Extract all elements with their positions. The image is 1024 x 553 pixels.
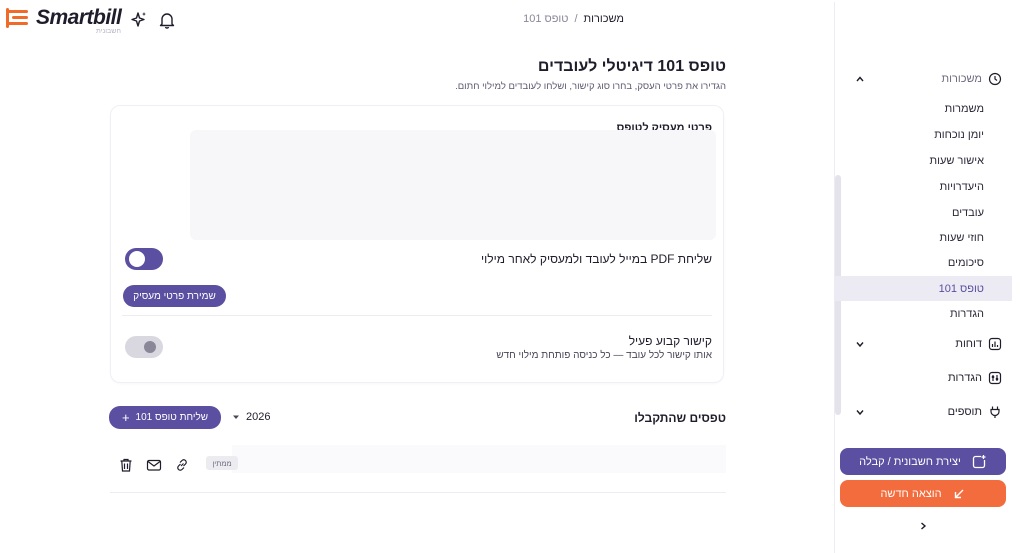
sidebar-item-employees[interactable]: עובדים [952,207,984,219]
create-invoice-button[interactable]: יצירת חשבונית / קבלה [840,448,1006,475]
sidebar-section-reports[interactable]: דוחות [955,337,1002,351]
menu-icon[interactable] [6,6,32,30]
toggle-knob [144,341,156,353]
pdf-email-toggle[interactable] [125,248,163,270]
send-form101-button[interactable]: שליחת טופס 101 + [109,406,221,429]
form-row-placeholder [232,445,726,473]
sparkle-icon[interactable] [129,10,149,30]
plus-icon: + [121,410,130,425]
create-invoice-label: יצירת חשבונית / קבלה [859,455,961,468]
permalink-label: קישור קבוע פעיל [628,334,712,348]
sidebar-section-settings[interactable]: הגדרות [948,371,1002,385]
permalink-sublabel: אותו קישור לכל עובד — כל כניסה פותחת מיל… [496,350,712,361]
sidebar-section-addons-label: תוספים [947,406,982,418]
brand-logo[interactable]: Smartbill [6,6,122,30]
toggle-knob [129,251,145,267]
card-divider [122,315,712,316]
new-document-icon [972,454,986,468]
link-icon[interactable] [174,457,190,473]
permalink-toggle[interactable] [125,336,163,358]
year-value: 2026 [246,411,271,423]
save-employer-button[interactable]: שמירת פרטי מעסיק [123,285,226,307]
sidebar-item-shifts[interactable]: משמרות [945,103,984,115]
settings-icon [988,371,1002,385]
sidebar-item-form101[interactable]: טופס 101 [939,283,984,295]
page-title: טופס 101 דיגיטלי לעובדים [537,58,726,75]
breadcrumb-current: טופס 101 [523,13,569,25]
trash-icon[interactable] [118,457,134,473]
caret-down-icon [233,415,239,419]
reports-icon [988,337,1002,351]
top-bar: Smartbill חשבונית משכורות / טופס 101 [0,0,832,40]
sidebar-item-attendance[interactable]: יומן נוכחות [934,129,984,141]
bell-icon[interactable] [157,10,177,30]
sidebar-section-addons[interactable]: תוספים [948,405,1002,419]
status-badge: ממתין [206,456,238,470]
breadcrumb-parent[interactable]: משכורות [584,13,624,25]
breadcrumb-separator: / [574,13,578,25]
chevron-up-icon[interactable] [855,74,865,84]
page-subtitle: הגדירו את פרטי העסק, בחרו סוג קישור, ושל… [455,81,726,92]
sidebar-item-absences[interactable]: היעדרויות [940,181,984,193]
sidebar-active-highlight [834,276,1012,301]
sidebar-section-reports-label: דוחות [955,338,982,350]
plug-icon [990,406,1000,418]
sidebar-item-payroll-settings[interactable]: הגדרות [950,308,984,320]
pdf-email-label: שליחת PDF במייל לעובד ולמעסיק לאחר מילוי [481,252,712,266]
sidebar-section-settings-label: הגדרות [947,372,982,384]
arrow-down-left-icon [954,489,964,498]
received-forms-title: טפסים שהתקבלו [634,411,726,425]
chevron-down-icon[interactable] [855,407,865,417]
brand-sub: חשבונית [96,28,121,35]
year-select[interactable]: 2026 [232,411,270,423]
sidebar-item-hour-contracts[interactable]: חוזי שעות [940,232,984,244]
send-form101-label: שליחת טופס 101 [135,412,209,423]
forms-divider [110,492,726,493]
chevron-down-icon[interactable] [855,339,865,349]
sidebar-section-payroll-label: משכורות [941,73,982,85]
new-expense-label: הוצאה חדשה [880,487,942,500]
breadcrumb: משכורות / טופס 101 [523,13,624,25]
new-expense-button[interactable]: הוצאה חדשה [840,480,1006,507]
sidebar-section-payroll[interactable]: משכורות [942,72,1002,86]
brand-name: Smartbill [36,6,122,29]
sidebar-item-summaries[interactable]: סיכומים [948,257,984,269]
employer-fields-placeholder [190,130,716,240]
clock-icon [988,72,1002,86]
mail-icon[interactable] [146,457,162,473]
sidebar-item-hours-approval[interactable]: אישור שעות [930,155,984,167]
chevron-right-icon[interactable] [918,521,928,531]
